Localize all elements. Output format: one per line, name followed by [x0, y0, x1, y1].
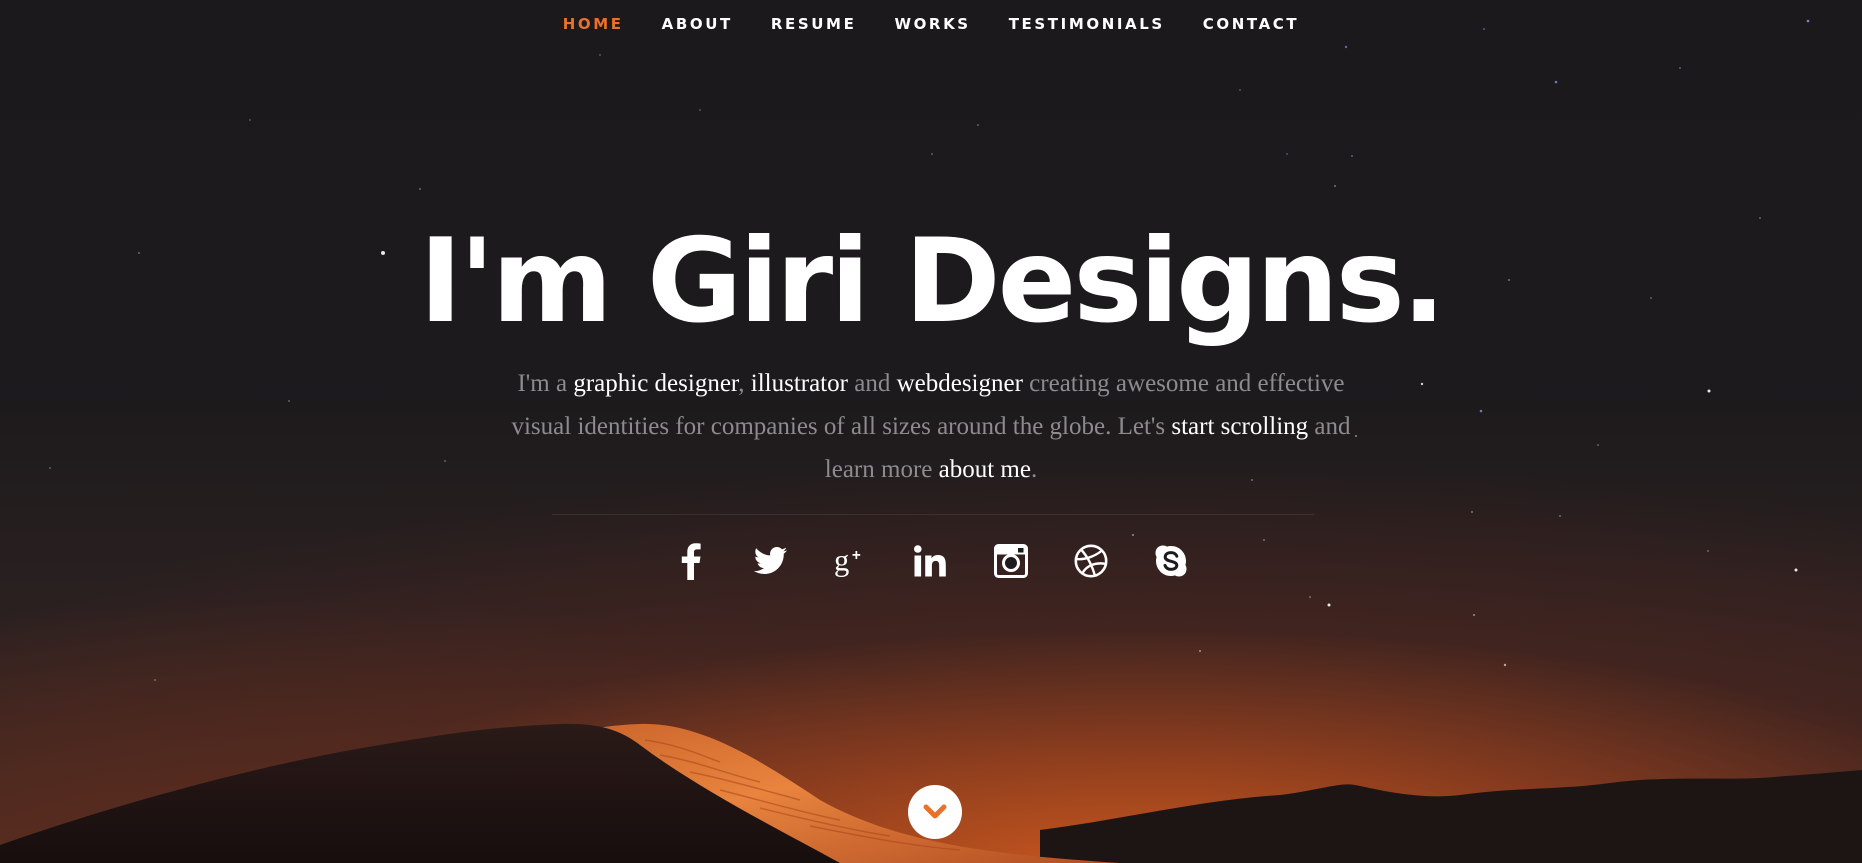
hero-intro: I'm a graphic designer, illustrator and … — [506, 362, 1356, 491]
dribbble-icon[interactable] — [1074, 538, 1108, 584]
nav-item-about[interactable]: ABOUT — [662, 15, 733, 33]
chevron-down-icon — [923, 804, 947, 819]
hero-section: HOME ABOUT RESUME WORKS TESTIMONIALS CON… — [0, 0, 1862, 863]
twitter-icon[interactable] — [754, 538, 788, 584]
intro-highlight-graphic-designer: graphic designer — [573, 370, 739, 397]
nav-item-home[interactable]: HOME — [563, 15, 624, 33]
intro-text: I'm a — [517, 370, 574, 397]
hero-headline: I'm Giri Designs. — [419, 214, 1446, 349]
linkedin-icon[interactable] — [914, 538, 948, 584]
social-links: g + — [0, 538, 1862, 584]
intro-text: and — [847, 370, 897, 397]
intro-link-about-me[interactable]: about me — [939, 456, 1031, 483]
intro-text: , — [738, 370, 751, 397]
hero-divider — [552, 514, 1314, 515]
main-navigation: HOME ABOUT RESUME WORKS TESTIMONIALS CON… — [0, 0, 1862, 48]
skype-icon[interactable] — [1154, 538, 1188, 584]
instagram-icon[interactable] — [994, 538, 1028, 584]
intro-link-start-scrolling[interactable]: start scrolling — [1171, 413, 1308, 440]
nav-item-testimonials[interactable]: TESTIMONIALS — [1009, 15, 1165, 33]
intro-highlight-illustrator: illustrator — [750, 370, 848, 397]
svg-text:+: + — [852, 547, 861, 564]
facebook-icon[interactable] — [674, 538, 708, 584]
intro-text: . — [1030, 456, 1038, 483]
intro-highlight-webdesigner: webdesigner — [896, 370, 1023, 397]
google-plus-icon[interactable]: g + — [834, 538, 868, 584]
nav-item-contact[interactable]: CONTACT — [1203, 15, 1299, 33]
svg-text:g: g — [834, 543, 849, 577]
nav-item-works[interactable]: WORKS — [894, 15, 970, 33]
nav-item-resume[interactable]: RESUME — [771, 15, 857, 33]
scroll-down-button[interactable] — [908, 785, 962, 839]
